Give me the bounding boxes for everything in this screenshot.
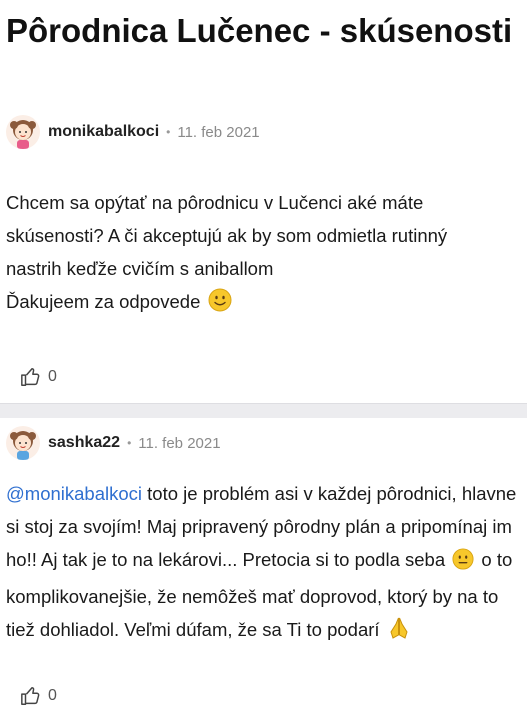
post-body: Chcem sa opýtať na pôrodnicu v Lučenci a…: [6, 186, 521, 322]
page-title: Pôrodnica Lučenec - skúsenosti: [6, 12, 513, 49]
post-line: Ďakujeem za odpovede: [6, 291, 201, 312]
avatar[interactable]: [6, 426, 40, 460]
separator-dot: •: [166, 125, 171, 139]
post-divider: [0, 403, 527, 418]
avatar-girl-icon: [10, 431, 36, 460]
post-line: Chcem sa opýtať na pôrodnicu v Lučenci a…: [6, 192, 424, 213]
avatar-girl-icon: [10, 120, 36, 149]
separator-dot: •: [127, 436, 132, 450]
post-header: monikabalkoci • 11. feb 2021: [6, 115, 260, 149]
author-name[interactable]: sashka22: [48, 434, 120, 452]
folded-hands-icon: [387, 616, 411, 650]
post-line: nastrih keďže cvičím s aniballom: [6, 258, 274, 279]
post-header: sashka22 • 11. feb 2021: [6, 426, 221, 460]
post-date: 11. feb 2021: [177, 123, 260, 141]
post-body: @monikabalkoci toto je problém asi v kaž…: [6, 477, 521, 650]
like-button[interactable]: 0: [20, 685, 57, 707]
slightly-smiling-face-icon: [208, 288, 232, 322]
thumbs-up-icon: [21, 687, 40, 705]
author-name[interactable]: monikabalkoci: [48, 123, 159, 141]
thumbs-up-icon: [21, 368, 40, 386]
like-button[interactable]: 0: [20, 366, 57, 388]
like-count: 0: [48, 368, 57, 385]
user-mention-link[interactable]: @monikabalkoci: [6, 483, 142, 504]
avatar[interactable]: [6, 115, 40, 149]
neutral-face-icon: [452, 547, 474, 580]
like-count: 0: [48, 687, 57, 704]
post-date: 11. feb 2021: [138, 434, 221, 452]
post-line: skúsenosti? A či akceptujú ak by som odm…: [6, 225, 448, 246]
